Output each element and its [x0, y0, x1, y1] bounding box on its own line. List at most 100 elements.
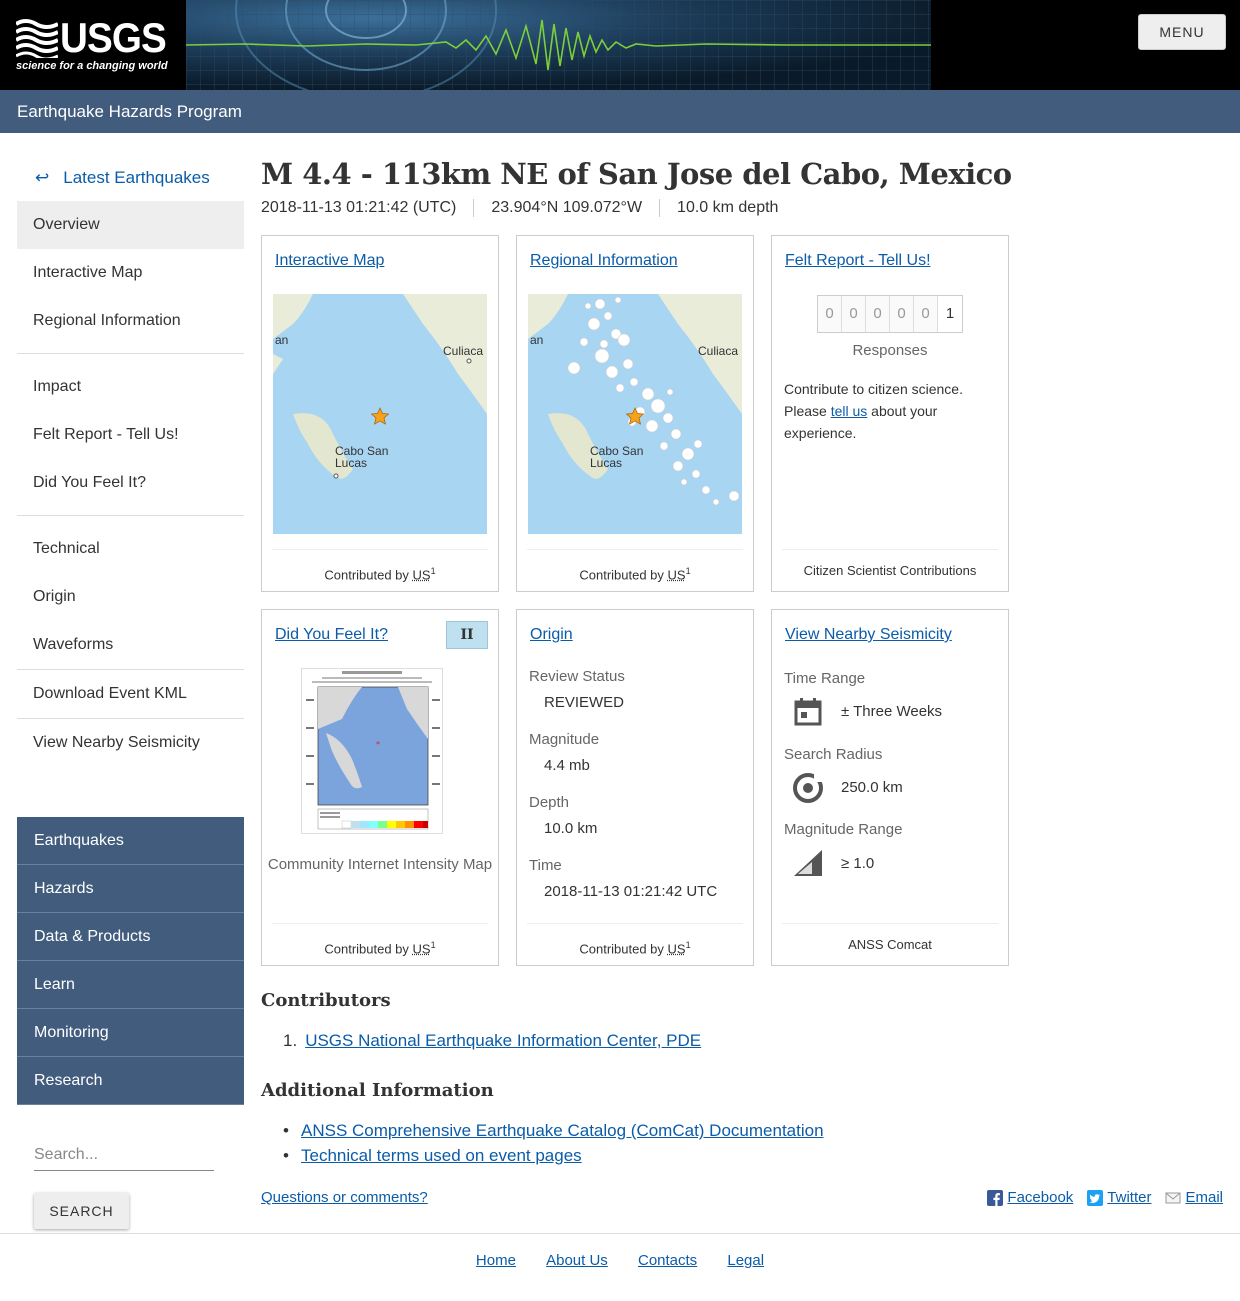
sidebar-item-interactive-map[interactable]: Interactive Map: [17, 249, 244, 297]
site-nav-data-products[interactable]: Data & Products: [17, 913, 244, 961]
menu-button[interactable]: MENU: [1138, 14, 1226, 50]
usgs-logo[interactable]: USGS science for a changing world: [0, 0, 186, 90]
search-button[interactable]: SEARCH: [34, 1193, 129, 1229]
card-footer: Citizen Scientist Contributions: [782, 549, 998, 591]
map-label-edge: an: [275, 333, 288, 347]
counter-digit: 0: [818, 296, 842, 332]
technical-terms-link[interactable]: Technical terms used on event pages: [301, 1146, 582, 1165]
site-nav-hazards[interactable]: Hazards: [17, 865, 244, 913]
nearby-seismicity-card: View Nearby Seismicity Time Range ± Thre…: [771, 609, 1009, 966]
regional-label-edge: an: [530, 333, 543, 347]
latest-earthquakes-link[interactable]: ↩ Latest Earthquakes: [17, 155, 244, 201]
site-header: USGS science for a changing world MENU: [0, 0, 1240, 90]
twitter-icon: [1087, 1189, 1104, 1206]
sidebar-item-origin[interactable]: Origin: [17, 573, 244, 621]
interactive-map-thumbnail[interactable]: Culiaca an Cabo San Lucas: [273, 294, 487, 534]
counter-digit: 0: [866, 296, 890, 332]
svg-text:*: *: [376, 740, 380, 749]
felt-report-card: Felt Report - Tell Us! 0 0 0 0 0 1 Respo…: [771, 235, 1009, 592]
ciim-caption: Community Internet Intensity Map: [267, 856, 493, 873]
interactive-map-link[interactable]: Interactive Map: [275, 252, 384, 270]
list-item: • ANSS Comprehensive Earthquake Catalog (…: [283, 1121, 824, 1141]
map-label-culiacan: Culiaca: [443, 344, 483, 358]
felt-report-link[interactable]: Felt Report - Tell Us!: [785, 252, 931, 270]
search-radius-label: Search Radius: [784, 746, 883, 763]
sidebar-item-nearby-seismicity[interactable]: View Nearby Seismicity: [17, 719, 244, 767]
site-nav-monitoring[interactable]: Monitoring: [17, 1009, 244, 1057]
calendar-icon: [794, 698, 822, 726]
sidebar-item-felt-report[interactable]: Felt Report - Tell Us!: [17, 411, 244, 459]
sidebar: ↩ Latest Earthquakes Overview Interactive…: [17, 155, 244, 1229]
card-footer: Contributed by US1: [527, 549, 743, 591]
counter-digit: 1: [938, 296, 962, 332]
regional-map-thumbnail[interactable]: Culiaca an Cabo San Lucas: [528, 294, 742, 534]
email-link[interactable]: Email: [1185, 1189, 1223, 1206]
magnitude-range-label: Magnitude Range: [784, 821, 903, 838]
origin-link[interactable]: Origin: [530, 626, 573, 644]
footer-links: Home About Us Contacts Legal: [0, 1252, 1240, 1269]
bullet-icon: •: [283, 1121, 289, 1140]
regional-info-link[interactable]: Regional Information: [530, 252, 678, 270]
sidebar-item-impact[interactable]: Impact: [17, 363, 244, 411]
regional-info-card: Regional Information Culiaca an Cabo San…: [516, 235, 754, 592]
comcat-docs-link[interactable]: ANSS Comprehensive Earthquake Catalog (C…: [301, 1121, 824, 1140]
contributor-link-neic[interactable]: USGS National Earthquake Information Cen…: [305, 1031, 701, 1050]
list-number: 1.: [283, 1031, 298, 1050]
dyfi-link[interactable]: Did You Feel It?: [275, 626, 388, 644]
event-summary: 2018-11-13 01:21:42 (UTC) 23.904°N 109.0…: [261, 195, 1223, 221]
footer-link-legal[interactable]: Legal: [727, 1252, 764, 1269]
ciim-map-thumbnail[interactable]: *: [301, 668, 443, 834]
share-twitter[interactable]: Twitter: [1087, 1189, 1151, 1206]
footer-link-contacts[interactable]: Contacts: [638, 1252, 697, 1269]
counter-digit: 0: [890, 296, 914, 332]
mmi-badge: II: [446, 621, 488, 649]
site-nav: Earthquakes Hazards Data & Products Lear…: [17, 817, 244, 1105]
time-label: Time: [529, 857, 562, 874]
depth-label: Depth: [529, 794, 570, 811]
twitter-link[interactable]: Twitter: [1107, 1189, 1151, 1206]
bullet-icon: •: [283, 1146, 289, 1165]
review-status-label: Review Status: [529, 668, 625, 685]
footer-link-about-us[interactable]: About Us: [546, 1252, 608, 1269]
sidebar-item-technical[interactable]: Technical: [17, 525, 244, 573]
site-nav-learn[interactable]: Learn: [17, 961, 244, 1009]
site-nav-research[interactable]: Research: [17, 1057, 244, 1105]
map-label-lucas: Lucas: [335, 456, 367, 470]
logo-text: USGS: [60, 14, 167, 61]
event-location: 23.904°N 109.072°W: [473, 199, 659, 217]
time-range-value: ± Three Weeks: [841, 703, 943, 720]
origin-details: Review Status REVIEWED Magnitude 4.4 mb …: [529, 668, 741, 920]
program-title[interactable]: Earthquake Hazards Program: [0, 90, 1240, 133]
regional-label-culiacan: Culiaca: [698, 344, 738, 358]
share-facebook[interactable]: Facebook: [987, 1189, 1073, 1206]
search-input[interactable]: [34, 1139, 214, 1171]
time-value: 2018-11-13 01:21:42 UTC: [544, 883, 718, 900]
email-icon: [1165, 1192, 1181, 1203]
card-footer: ANSS Comcat: [782, 923, 998, 965]
dyfi-card: Did You Feel It? II * Community Internet…: [261, 609, 499, 966]
share-email[interactable]: Email: [1165, 1189, 1223, 1206]
seismogram-image: [186, 0, 931, 90]
origin-card: Origin Review Status REVIEWED Magnitude …: [516, 609, 754, 966]
interactive-map-card: Interactive Map Culiaca an Cabo San Luca…: [261, 235, 499, 592]
sidebar-item-waveforms[interactable]: Waveforms: [17, 621, 244, 669]
site-nav-earthquakes[interactable]: Earthquakes: [17, 817, 244, 865]
sidebar-item-did-you-feel-it[interactable]: Did You Feel It?: [17, 459, 244, 507]
questions-link[interactable]: Questions or comments?: [261, 1189, 428, 1206]
list-item: • Technical terms used on event pages: [283, 1146, 582, 1166]
responses-label: Responses: [852, 342, 928, 359]
sidebar-item-regional-information[interactable]: Regional Information: [17, 297, 244, 345]
additional-info-heading: Additional Information: [261, 1080, 494, 1101]
back-arrow-icon: ↩: [35, 168, 50, 187]
nearby-seismicity-link[interactable]: View Nearby Seismicity: [785, 626, 952, 644]
sidebar-item-download-kml[interactable]: Download Event KML: [17, 670, 244, 718]
card-footer: Contributed by US1: [272, 923, 488, 965]
sidebar-item-overview[interactable]: Overview: [17, 201, 244, 249]
tell-us-link[interactable]: tell us: [831, 403, 868, 419]
depth-value: 10.0 km: [544, 820, 598, 837]
footer-link-home[interactable]: Home: [476, 1252, 516, 1269]
search-radius-value: 250.0 km: [841, 779, 903, 796]
counter-digit: 0: [914, 296, 938, 332]
card-footer: Contributed by US1: [527, 923, 743, 965]
facebook-link[interactable]: Facebook: [1007, 1189, 1073, 1206]
